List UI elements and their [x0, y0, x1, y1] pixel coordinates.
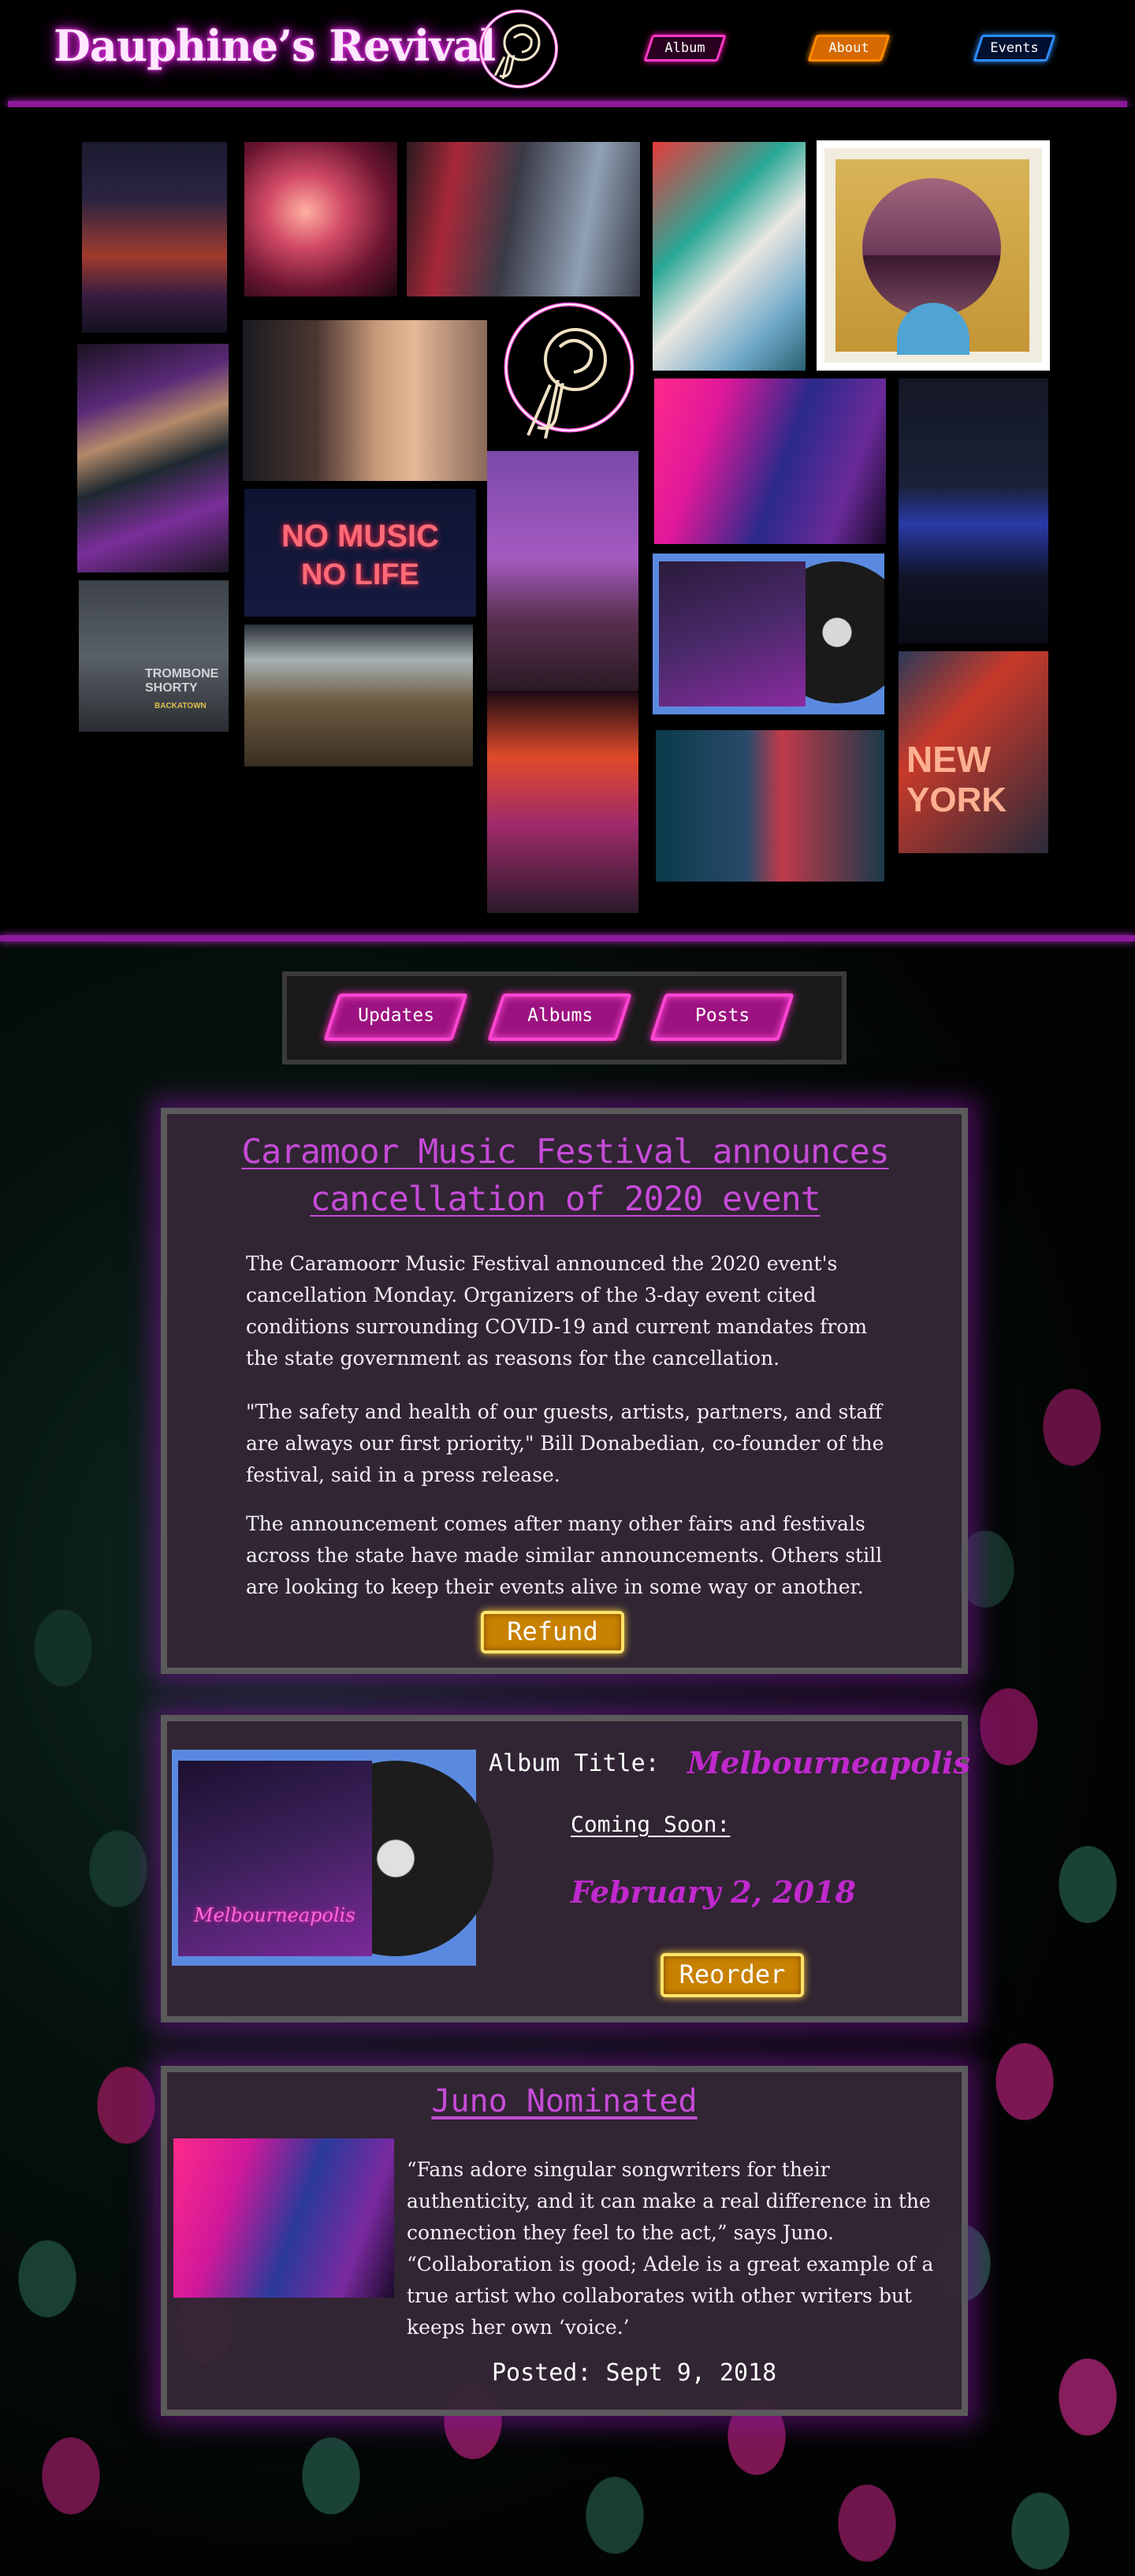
refund-button[interactable]: Refund: [481, 1611, 624, 1653]
snowy-street-photo: [407, 142, 640, 296]
trombone-title-text: TROMBONE SHORTY: [145, 667, 219, 695]
coming-soon-label: Coming Soon:: [571, 1811, 731, 1837]
city-album-cover-photo: [817, 140, 1050, 371]
article-paragraph-2: "The safety and health of our guests, ar…: [246, 1400, 884, 1486]
trombone-shorty-album-photo: TROMBONE SHORTY BACKATOWN: [79, 580, 229, 732]
purple-marble-photo: [77, 344, 229, 572]
no-music-no-life-neon: NO MUSIC NO LIFE: [244, 489, 476, 617]
nav-album-label: Album: [664, 40, 705, 56]
woman-face-photo: [243, 320, 487, 481]
nav-about-button[interactable]: About: [807, 35, 891, 62]
album-card: Melbourneapolis Album Title: Melbourneap…: [161, 1715, 970, 2022]
site-logo-title[interactable]: Dauphine’s Revival: [54, 21, 496, 71]
post-title[interactable]: Juno Nominated: [167, 2083, 962, 2119]
no-life-text: NO LIFE: [301, 558, 419, 591]
collage-divider: [0, 935, 1135, 941]
melbourneapolis-album-photo: [653, 554, 884, 714]
tab-posts[interactable]: Posts: [649, 993, 794, 1041]
header-divider: [8, 101, 1127, 107]
post-body-text: “Fans adore singular songwriters for the…: [407, 2158, 934, 2339]
man-looking-up-photo: [487, 451, 638, 691]
album-cover-image[interactable]: Melbourneapolis: [172, 1750, 493, 1966]
tab-albums-label: Albums: [527, 1005, 594, 1026]
york-text: YORK: [906, 781, 1007, 819]
article-paragraph-1: The Caramoorr Music Festival announced t…: [246, 1252, 868, 1370]
nav-album-button[interactable]: Album: [643, 35, 727, 62]
pink-neon-portrait-photo: [654, 378, 886, 544]
photo-collage: NO MUSIC NO LIFE TROMBONE SHORTY BACKATO…: [0, 107, 1135, 935]
night-diner-photo: [899, 378, 1048, 643]
no-music-text: NO MUSIC: [281, 519, 439, 554]
new-york-sign-photo: NEW YORK: [899, 651, 1048, 853]
nav-events-label: Events: [990, 40, 1039, 56]
release-date: February 2, 2018: [571, 1874, 856, 1910]
site-header: Dauphine’s Revival Album About Events: [0, 0, 1135, 104]
post-date: Posted: Sept 9, 2018: [492, 2359, 777, 2387]
concert-crowd-photo: [244, 142, 397, 296]
neon-trumpet-tile: [487, 296, 642, 451]
mysterious-figure-photo: [656, 730, 884, 882]
album-title-value: Melbourneapolis: [687, 1745, 970, 1780]
tab-albums[interactable]: Albums: [487, 993, 632, 1041]
nav-about-label: About: [828, 40, 869, 56]
album-cover-script: Melbourneapolis: [194, 1904, 355, 1926]
news-article-card: Caramoor Music Festival announces cancel…: [161, 1108, 968, 1674]
juno-portrait-image: [173, 2138, 394, 2298]
graffiti-man-photo: [653, 142, 806, 371]
trumpet-emblem-icon: [479, 9, 558, 88]
article-paragraph-3: The announcement comes after many other …: [246, 1512, 883, 1598]
reorder-button[interactable]: Reorder: [661, 1953, 804, 1997]
neon-trumpet-icon: [504, 302, 634, 439]
tab-updates-label: Updates: [358, 1005, 435, 1026]
section-tabs: Updates Albums Posts: [282, 971, 847, 1064]
trombone-sub-text: BACKATOWN: [154, 702, 207, 710]
museum-hall-photo: [244, 624, 473, 766]
tab-updates[interactable]: Updates: [323, 993, 468, 1041]
article-title[interactable]: Caramoor Music Festival announces cancel…: [175, 1128, 955, 1223]
tab-posts-label: Posts: [695, 1005, 750, 1026]
nav-events-button[interactable]: Events: [973, 35, 1056, 62]
post-card: Juno Nominated “Fans adore singular song…: [161, 2066, 968, 2416]
blurred-lights-photo: [487, 691, 638, 913]
new-text: NEW: [906, 739, 992, 780]
album-title-label: Album Title:: [489, 1750, 660, 1777]
theater-marquee-photo: [82, 142, 227, 333]
